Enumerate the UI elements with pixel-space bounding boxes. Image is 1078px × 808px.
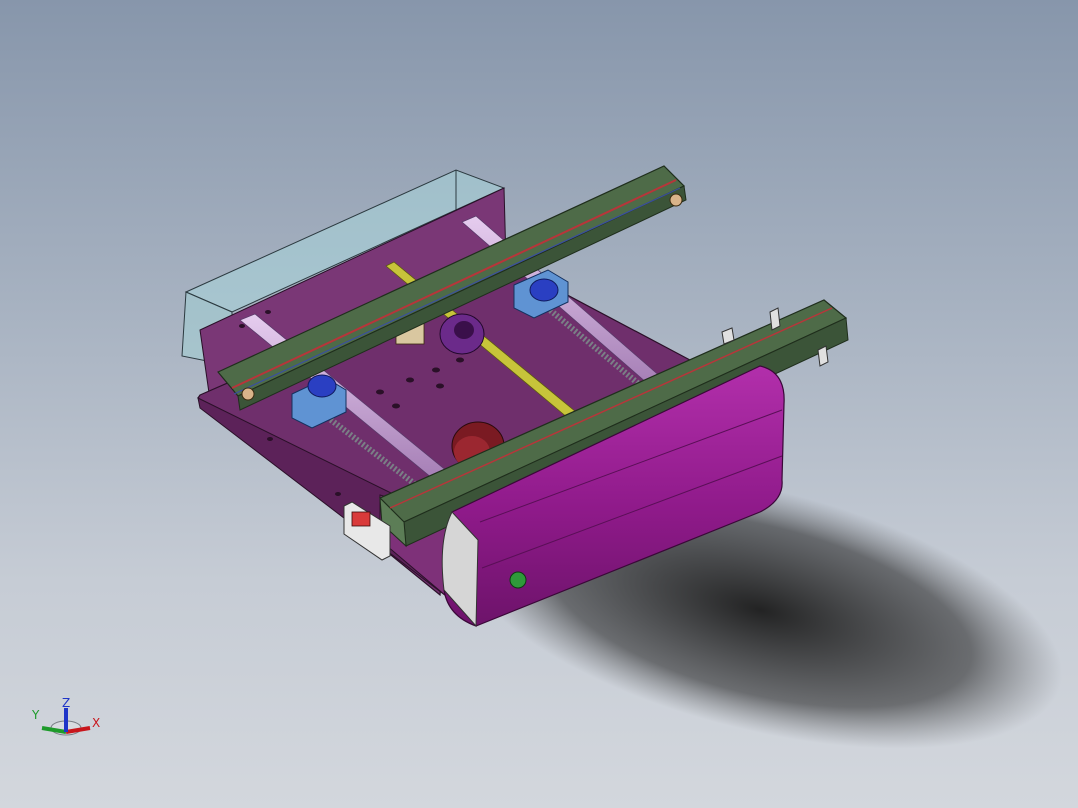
z-axis-label: Z [62,696,71,710]
assembly-model[interactable] [0,0,1078,808]
y-axis-label: Y [32,708,40,722]
cad-viewport[interactable]: X Y Z [0,0,1078,808]
x-axis-label: X [92,716,101,730]
